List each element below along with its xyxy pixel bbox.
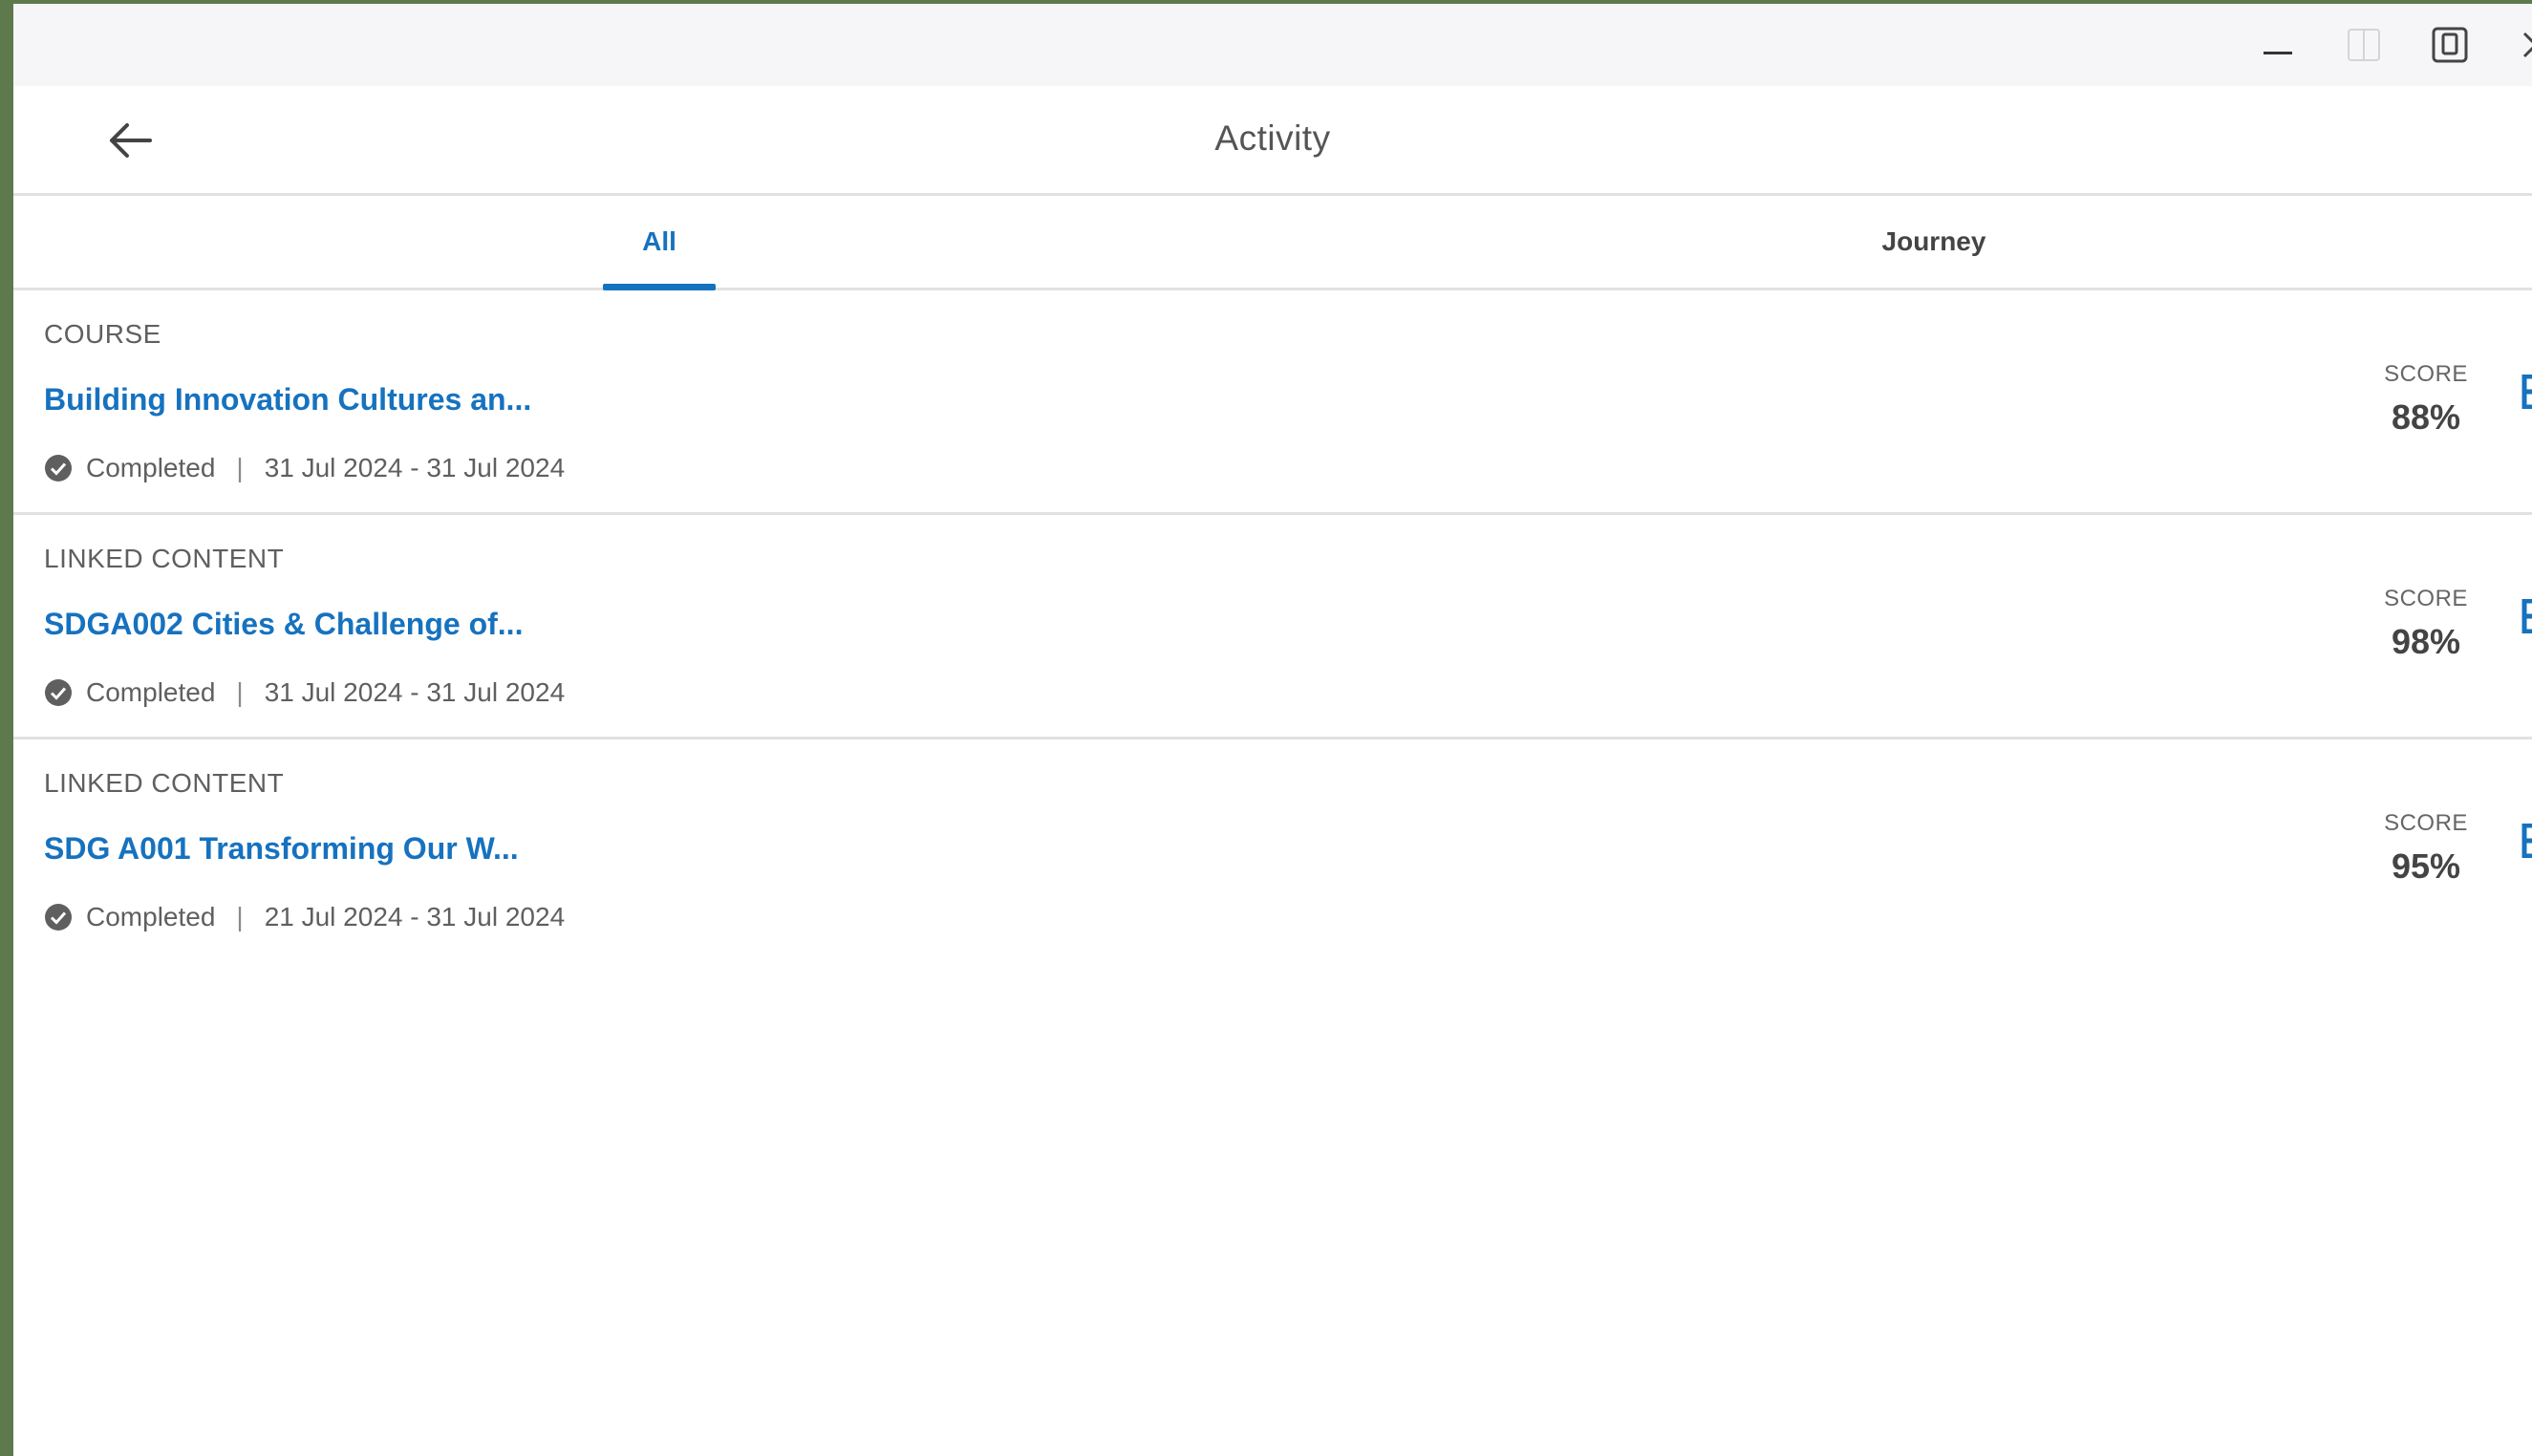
minimize-icon bbox=[2264, 52, 2292, 54]
close-button[interactable] bbox=[2498, 4, 2532, 86]
minimize-button[interactable] bbox=[2240, 4, 2316, 86]
date-range: 21 Jul 2024 - 31 Jul 2024 bbox=[264, 902, 566, 931]
score-label: SCORE bbox=[2384, 361, 2468, 387]
close-icon bbox=[2522, 32, 2532, 58]
check-circle-icon bbox=[45, 679, 72, 706]
activity-item[interactable]: COURSE Building Innovation Cultures an..… bbox=[13, 290, 2532, 515]
item-action-icon[interactable] bbox=[2521, 824, 2532, 858]
activity-item[interactable]: LINKED CONTENT SDG A001 Transforming Our… bbox=[13, 739, 2532, 961]
activity-list: COURSE Building Innovation Cultures an..… bbox=[13, 290, 2532, 961]
page-header: Activity bbox=[13, 86, 2532, 196]
item-type-label: LINKED CONTENT bbox=[44, 544, 285, 573]
date-range: 31 Jul 2024 - 31 Jul 2024 bbox=[264, 453, 566, 482]
snap-layout-icon bbox=[2348, 29, 2380, 61]
item-type-label: LINKED CONTENT bbox=[44, 768, 285, 798]
item-type-label: COURSE bbox=[44, 319, 161, 349]
item-title-link[interactable]: SDG A001 Transforming Our W... bbox=[44, 831, 519, 867]
check-circle-icon bbox=[45, 904, 72, 931]
status-text: Completed bbox=[86, 453, 216, 482]
status-text: Completed bbox=[86, 902, 216, 931]
item-action-icon[interactable] bbox=[2521, 375, 2532, 409]
meta-separator: | bbox=[236, 453, 244, 482]
score-label: SCORE bbox=[2384, 586, 2468, 611]
score-value: 88% bbox=[2391, 397, 2461, 437]
score-value: 98% bbox=[2391, 622, 2461, 661]
status-text: Completed bbox=[86, 677, 216, 707]
app-window: Activity All Journey COURSE Building Inn… bbox=[13, 4, 2532, 1456]
tab-journey[interactable]: Journey bbox=[1819, 196, 2049, 288]
item-meta: Completed | 31 Jul 2024 - 31 Jul 2024 bbox=[44, 677, 565, 708]
check-circle-icon bbox=[45, 455, 72, 482]
tab-all[interactable]: All bbox=[603, 196, 716, 290]
item-title-link[interactable]: SDGA002 Cities & Challenge of... bbox=[44, 607, 523, 642]
item-action-icon[interactable] bbox=[2521, 599, 2532, 633]
score-label: SCORE bbox=[2384, 810, 2468, 836]
item-meta: Completed | 31 Jul 2024 - 31 Jul 2024 bbox=[44, 453, 565, 483]
score-value: 95% bbox=[2391, 846, 2461, 886]
restore-button[interactable] bbox=[2412, 4, 2488, 86]
tab-bar: All Journey bbox=[13, 196, 2532, 290]
window-titlebar bbox=[13, 4, 2532, 86]
date-range: 31 Jul 2024 - 31 Jul 2024 bbox=[264, 677, 566, 707]
item-meta: Completed | 21 Jul 2024 - 31 Jul 2024 bbox=[44, 902, 565, 932]
meta-separator: | bbox=[236, 902, 244, 931]
item-title-link[interactable]: Building Innovation Cultures an... bbox=[44, 382, 531, 418]
page-title: Activity bbox=[1214, 118, 1331, 158]
restore-icon bbox=[2432, 27, 2468, 63]
activity-item[interactable]: LINKED CONTENT SDGA002 Cities & Challeng… bbox=[13, 515, 2532, 739]
snap-layout-button[interactable] bbox=[2326, 4, 2402, 86]
meta-separator: | bbox=[236, 677, 244, 707]
